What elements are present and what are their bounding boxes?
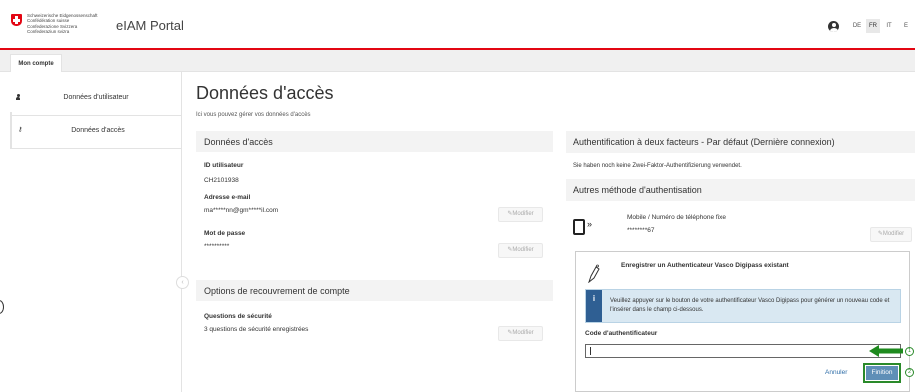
swiss-cross-logo-icon[interactable] [11,14,22,26]
user-id-label: ID utilisateur [204,162,244,169]
authenticator-code-input[interactable] [585,344,901,358]
email-value: ma*****nn@gm*****il.com [204,207,279,214]
modify-password-button[interactable]: ✎Modifier [498,243,543,258]
confederation-line: Confederaziun svizra [27,28,70,34]
sidebar-item-donnees-acces[interactable]: ⚷ Données d'accès [10,112,182,149]
sidebar: Données d'utilisateur ⚷ Données d'accès … [0,72,189,392]
language-en[interactable]: E [899,19,913,33]
phone-icon [573,219,585,235]
two-factor-note: Sie haben noch keine Zwei-Faktor-Authent… [573,163,742,169]
annotation-marker-1: 1 [905,347,914,356]
info-box: i Veuillez appuyer sur le bouton de votr… [585,289,901,323]
sidebar-item-label: Données d'utilisateur [63,94,129,101]
password-label: Mot de passe [204,230,246,237]
page-title: Données d'accès [196,83,334,103]
modify-mobile-button[interactable]: ✎Modifier [870,227,912,242]
signal-waves-icon: » [587,219,593,229]
token-pen-icon [588,264,600,283]
vasco-enroll-form: Enregistrer un Authenticateur Vasco Digi… [575,251,910,392]
language-de[interactable]: DE [850,19,864,33]
access-data-card: ID utilisateur CH2101938 Adresse e-mail … [196,152,553,275]
two-factor-heading: Authentification à deux facteurs - Par d… [566,131,915,153]
collapse-sidebar-button[interactable]: ‹ [176,276,189,289]
header: Schweizerische Eidgenossenschaft Confédé… [0,0,915,50]
tab-mon-compte[interactable]: Mon compte [10,54,62,72]
code-label: Code d'authentificateur [585,330,658,337]
finish-button[interactable]: Finition [866,366,898,380]
app-title: eIAM Portal [116,18,184,33]
password-value: ********** [204,243,230,250]
modify-email-button[interactable]: ✎Modifier [498,207,543,222]
tab-bar: Mon compte [0,50,915,72]
modify-questions-button[interactable]: ✎Modifier [498,326,543,341]
user-id-value: CH2101938 [204,177,239,184]
recovery-card: Questions de sécurité 3 questions de séc… [196,301,553,356]
user-account-icon[interactable] [828,21,839,32]
page-subtitle: Ici vous pouvez gérer vos données d'accè… [196,112,311,118]
recovery-options-panel: Options de recouvrement de compte Questi… [196,280,553,356]
email-label: Adresse e-mail [204,194,251,201]
sidebar-item-donnees-utilisateur[interactable]: Données d'utilisateur [10,79,182,116]
finish-button-highlight: Finition [863,363,901,383]
annotation-marker-2: 2 [905,368,914,377]
panel-heading: Données d'accès [204,137,273,147]
green-arrow-icon [869,345,903,357]
confederation-label: Schweizerische Eidgenossenschaft Confédé… [27,13,117,34]
other-methods-heading: Autres méthode d'authentisation [566,179,915,201]
language-it[interactable]: IT [882,19,896,33]
enroll-title: Enregistrer un Authenticateur Vasco Digi… [621,262,789,269]
panel-heading: Options de recouvrement de compte [204,286,350,296]
mobile-value: ********67 [627,227,655,234]
info-icon: i [586,290,602,322]
sidebar-item-label: Données d'accès [71,127,125,134]
info-text: Veuillez appuyer sur le bouton de votre … [610,298,890,313]
mobile-label: Mobile / Numéro de téléphone fixe [627,214,727,221]
cancel-button[interactable]: Annuler [825,369,847,376]
security-questions-label: Questions de sécurité [204,313,272,320]
language-fr[interactable]: FR [866,19,880,33]
edge-arc-icon [0,300,4,314]
security-questions-value: 3 questions de sécurité enregistrées [204,326,309,333]
access-data-panel: Données d'accès ID utilisateur CH2101938… [196,131,553,275]
